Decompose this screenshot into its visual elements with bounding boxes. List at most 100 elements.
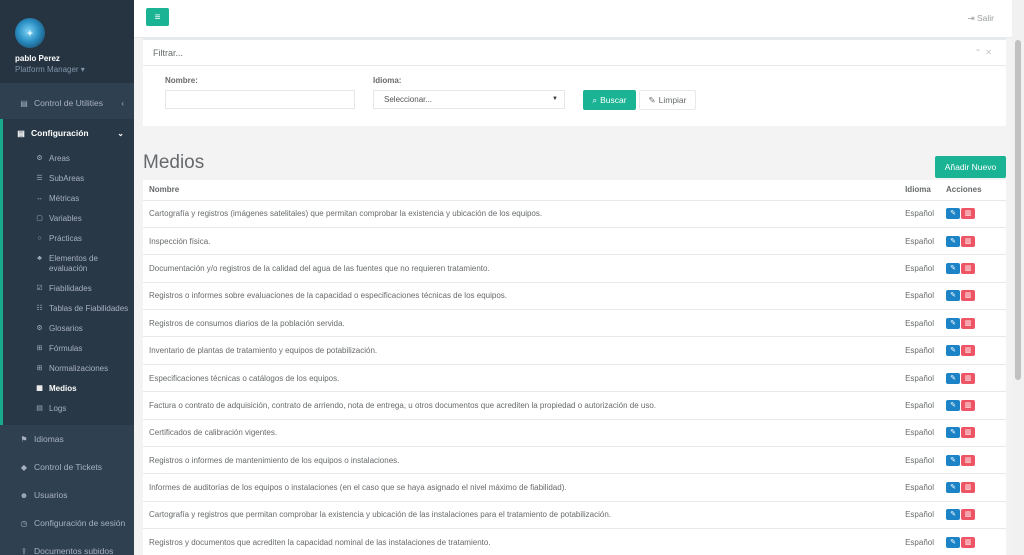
user-role-dropdown[interactable]: Platform Manager ▾ (15, 65, 134, 74)
submenu-item-pr-cticas[interactable]: ○ Prácticas (3, 229, 134, 249)
table-row: Cartografía y registros (imágenes sateli… (143, 199, 1006, 228)
table-row: Documentación y/o registros de la calida… (143, 254, 1006, 283)
sign-out-icon: ⇥ (967, 13, 975, 23)
buscar-button[interactable]: ⌕ Buscar (583, 90, 636, 110)
submenu-item-medios[interactable]: ▦ Medios (3, 379, 134, 399)
submenu-icon: ▦ (36, 385, 43, 392)
trash-icon[interactable]: ▥ (961, 454, 975, 466)
nav-usuarios[interactable]: ☻ Usuarios (0, 481, 134, 509)
cell-idioma: Español (899, 281, 940, 310)
nombre-input[interactable] (165, 90, 355, 109)
submenu-icon: ▤ (36, 405, 43, 412)
page-scrollbar[interactable] (1012, 0, 1024, 555)
edit-icon[interactable]: ✎ (946, 345, 960, 357)
trash-icon[interactable]: ▥ (961, 290, 975, 302)
edit-icon[interactable]: ✎ (946, 290, 960, 302)
limpiar-button[interactable]: ✎ Limpiar (639, 90, 696, 110)
nav-idiomas[interactable]: ⚑ Idiomas (0, 425, 134, 453)
submenu-item-m-tricas[interactable]: ↔ Métricas (3, 189, 134, 209)
filter-form: Nombre: Idioma: Seleccionar... ▼ ⌕ Busca… (143, 66, 1006, 126)
trash-icon[interactable]: ▥ (961, 537, 975, 549)
trash-icon[interactable]: ▥ (961, 399, 975, 411)
submenu-item-glosarios[interactable]: ⚙ Glosarios (3, 319, 134, 339)
trash-icon[interactable]: ▥ (961, 208, 975, 220)
table-row: Informes de auditorías de los equipos o … (143, 473, 1006, 502)
trash-icon[interactable]: ▥ (961, 427, 975, 439)
grid-icon: ▤ (17, 128, 25, 138)
submenu-label: Variables (49, 214, 82, 223)
cell-acciones: ✎ ▥ (940, 363, 1006, 392)
add-new-button[interactable]: Añadir Nuevo (935, 156, 1006, 178)
cell-acciones: ✎ ▥ (940, 281, 1006, 310)
filter-panel-title: Filtrar... ⌃✕ (143, 38, 1006, 66)
top-navbar: ≡ ⇥ Salir (134, 0, 1024, 38)
user-name: pablo Perez (15, 54, 60, 63)
table-row: Registros o informes sobre evaluaciones … (143, 281, 1006, 310)
edit-icon[interactable]: ✎ (946, 262, 960, 274)
nav-label: Configuración (31, 128, 89, 138)
submenu-label: Medios (49, 384, 77, 393)
edit-icon[interactable]: ✎ (946, 235, 960, 247)
hamburger-icon: ≡ (154, 11, 161, 23)
idioma-selected: Seleccionar... (384, 95, 433, 104)
trash-icon[interactable]: ▥ (961, 509, 975, 521)
submenu-item-variables[interactable]: ▢ Variables (3, 209, 134, 229)
edit-icon[interactable]: ✎ (946, 509, 960, 521)
idioma-select[interactable]: Seleccionar... ▼ (373, 90, 565, 109)
header-acciones: Acciones (940, 180, 1006, 201)
submenu-icon: ▢ (36, 215, 43, 222)
submenu-item-logs[interactable]: ▤ Logs (3, 399, 134, 419)
submenu-item-tablas-de-fiabilidades[interactable]: ☷ Tablas de Fiabilidades (3, 299, 134, 319)
close-icon[interactable]: ✕ (985, 48, 996, 57)
trash-icon[interactable]: ▥ (961, 235, 975, 247)
chevron-left-icon: ‹ (121, 98, 124, 108)
trash-icon[interactable]: ▥ (961, 482, 975, 494)
header-idioma[interactable]: Idioma (899, 180, 940, 201)
cell-nombre: Certificados de calibración vigentes. (143, 418, 900, 447)
nav-configuracion[interactable]: ▤ Configuración ⌄ (0, 119, 134, 147)
trash-icon[interactable]: ▥ (961, 262, 975, 274)
submenu-item-normalizaciones[interactable]: ⊞ Normalizaciones (3, 359, 134, 379)
grid-icon: ▤ (20, 98, 28, 108)
trash-icon[interactable]: ▥ (961, 345, 975, 357)
nav-sesion[interactable]: ◷ Configuración de sesión (0, 509, 134, 537)
table-header-row: Nombre Idioma Acciones (143, 180, 1006, 201)
logout-link[interactable]: ⇥ Salir (967, 13, 994, 24)
avatar[interactable]: ✦ (15, 18, 45, 48)
edit-icon[interactable]: ✎ (946, 427, 960, 439)
submenu-item-elementos-de-evaluaci-n[interactable]: ♣ Elementos de evaluación (3, 249, 134, 279)
trash-icon[interactable]: ▥ (961, 372, 975, 384)
cell-acciones: ✎ ▥ (940, 528, 1006, 555)
submenu-item-subareas[interactable]: ☰ SubAreas (3, 169, 134, 189)
edit-icon[interactable]: ✎ (946, 317, 960, 329)
cell-idioma: Español (899, 309, 940, 337)
cell-idioma: Español (899, 391, 940, 420)
language-icon: ⚑ (20, 434, 28, 444)
cell-nombre: Factura o contrato de adquisición, contr… (143, 391, 900, 420)
header-nombre[interactable]: Nombre (143, 180, 900, 201)
nav-documentos[interactable]: ⇪ Documentos subidos (0, 537, 134, 555)
nav-tickets[interactable]: ◆ Control de Tickets (0, 453, 134, 481)
cell-idioma: Español (899, 336, 940, 365)
cell-nombre: Cartografía y registros (imágenes sateli… (143, 199, 900, 228)
submenu-icon: ⊞ (36, 365, 43, 372)
eraser-icon: ✎ (648, 94, 656, 105)
submenu-item-fiabilidades[interactable]: ☑ Fiabilidades (3, 279, 134, 299)
edit-icon[interactable]: ✎ (946, 372, 960, 384)
menu-toggle-button[interactable]: ≡ (146, 8, 169, 26)
users-icon: ☻ (19, 490, 29, 500)
edit-icon[interactable]: ✎ (946, 454, 960, 466)
edit-icon[interactable]: ✎ (946, 208, 960, 220)
collapse-icon[interactable]: ⌃ (975, 48, 986, 57)
submenu-item-areas[interactable]: ⚙ Areas (3, 149, 134, 169)
scrollbar-thumb[interactable] (1015, 40, 1021, 380)
nav-control-utilities[interactable]: ▤ Control de Utilities ‹ (0, 89, 134, 117)
upload-icon: ⇪ (20, 546, 28, 555)
nav-label: Usuarios (34, 490, 68, 500)
submenu-item-f-rmulas[interactable]: ⊞ Fórmulas (3, 339, 134, 359)
edit-icon[interactable]: ✎ (946, 537, 960, 549)
edit-icon[interactable]: ✎ (946, 482, 960, 494)
filter-title: Filtrar... (153, 48, 184, 58)
edit-icon[interactable]: ✎ (946, 399, 960, 411)
trash-icon[interactable]: ▥ (961, 317, 975, 329)
